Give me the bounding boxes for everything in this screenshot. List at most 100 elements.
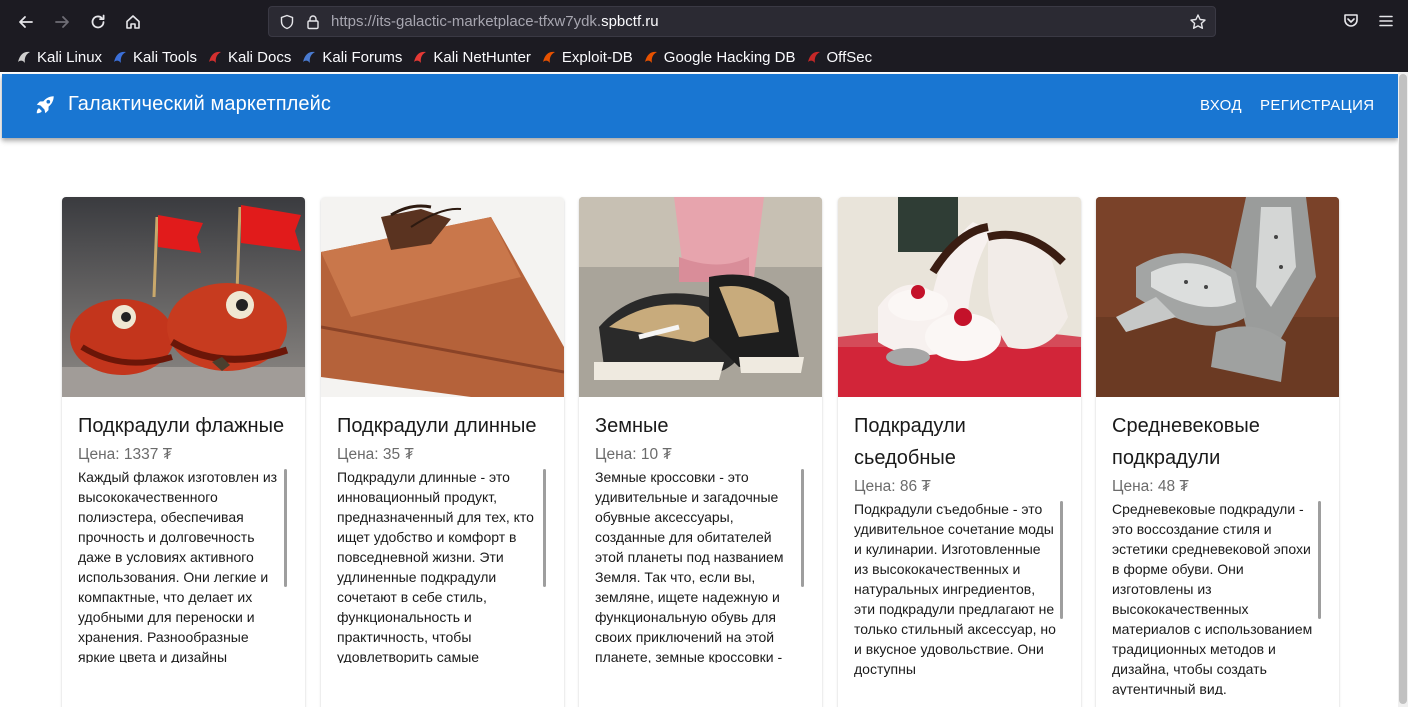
page-scrollbar[interactable] [1398, 72, 1408, 707]
product-price: Цена: 86 ₮ [854, 478, 931, 495]
product-card[interactable]: Подкрадули длинные Цена: 35 ₮ Подкрадули д… [321, 197, 564, 707]
product-title-line: Подкрадули [854, 415, 966, 437]
bookmark-label: Kali Docs [227, 48, 292, 66]
product-description[interactable]: Земные кроссовки - это удивительные и за… [595, 467, 806, 663]
url-text[interactable]: https://its-galactic-marketplace-tfxw7yd… [331, 13, 659, 30]
register-link[interactable]: Регистрация [1260, 97, 1375, 114]
description-scrollbar[interactable] [543, 469, 546, 587]
product-image[interactable] [579, 197, 822, 397]
product-title: Средневековые подкрадули [1112, 410, 1323, 474]
description-scrollbar[interactable] [1060, 501, 1063, 619]
product-title: Земные [595, 410, 806, 442]
page-scrollbar-thumb[interactable] [1399, 74, 1407, 704]
rocket-icon [36, 95, 54, 113]
address-bar[interactable]: https://its-galactic-marketplace-tfxw7yd… [268, 6, 1216, 37]
bookmark-item[interactable]: Kali NetHunter [408, 44, 537, 70]
bookmark-item[interactable]: Exploit-DB [537, 44, 639, 70]
hamburger-menu-icon [1379, 15, 1393, 27]
product-title: Подкрадули флажные [78, 410, 289, 442]
menu-button[interactable] [1375, 10, 1397, 32]
bookmark-star-icon[interactable] [1189, 13, 1207, 31]
bookmark-item[interactable]: Kali Docs [203, 44, 297, 70]
description-scrollbar[interactable] [284, 469, 287, 587]
product-description[interactable]: Средневековые подкрадули - это воссоздан… [1112, 499, 1323, 695]
arrow-right-icon [55, 16, 69, 28]
product-image[interactable] [838, 197, 1081, 397]
description-scrollbar[interactable] [801, 469, 804, 587]
product-image[interactable] [62, 197, 305, 397]
product-card[interactable]: Подкрадули флажные Цена: 1337 ₮ Каждый фла… [62, 197, 305, 707]
browser-toolbar: https://its-galactic-marketplace-tfxw7yd… [0, 0, 1408, 72]
bookmark-label: OffSec [826, 48, 873, 66]
product-content: Подкрадули длинные Цена: 35 ₮ Подкрадули д… [337, 410, 548, 663]
kali-dragon-icon [16, 49, 32, 65]
bookmark-label: Google Hacking DB [663, 48, 796, 66]
product-title-line: Подкрадули длинные [337, 415, 537, 437]
kali-forums-icon [301, 49, 317, 65]
url-scheme-path: https://its-galactic-marketplace-tfxw7yd… [331, 13, 602, 30]
bookmark-item[interactable]: Google Hacking DB [639, 44, 802, 70]
product-price: Цена: 10 ₮ [595, 446, 672, 463]
lock-icon[interactable] [305, 14, 321, 30]
bookmark-item[interactable]: Kali Forums [297, 44, 408, 70]
pocket-button[interactable] [1340, 10, 1362, 32]
product-content: Земные Цена: 10 ₮ Земные кроссовки - это у… [595, 410, 806, 663]
product-card[interactable]: Земные Цена: 10 ₮ Земные кроссовки - это у… [579, 197, 822, 707]
product-image[interactable] [1096, 197, 1339, 397]
app-bar: Галактический маркетплейс Вход Регистрац… [2, 74, 1398, 138]
exploit-db-icon [541, 49, 557, 65]
product-title-line: сьедобные [854, 447, 956, 469]
login-link[interactable]: Вход [1200, 97, 1242, 114]
product-description[interactable]: Подкрадули длинные - это инновационный п… [337, 467, 548, 663]
bookmark-item[interactable]: Kali Linux [12, 44, 108, 70]
product-description[interactable]: Каждый флажок изготовлен из высококачест… [78, 467, 289, 663]
product-description-text: Подкрадули длинные - это инновационный п… [337, 469, 534, 663]
product-price: Цена: 1337 ₮ [78, 446, 173, 463]
product-image[interactable] [321, 197, 564, 397]
bookmark-label: Exploit-DB [561, 48, 633, 66]
bookmark-item[interactable]: OffSec [802, 44, 879, 70]
reload-button[interactable] [86, 10, 110, 34]
product-card[interactable]: Средневековые подкрадули Цена: 48 ₮ Среднев… [1096, 197, 1339, 707]
product-title-line: Земные [595, 415, 669, 437]
product-description-text: Средневековые подкрадули - это воссоздан… [1112, 501, 1313, 695]
bookmark-label: Kali NetHunter [433, 48, 531, 66]
page-viewport: Галактический маркетплейс Вход Регистрац… [0, 72, 1408, 707]
pocket-icon [1344, 14, 1358, 27]
url-host: spbctf.ru [601, 13, 659, 30]
ghdb-icon [643, 49, 659, 65]
product-title-line: Подкрадули флажные [78, 415, 285, 437]
product-card[interactable]: Подкрадули сьедобные Цена: 86 ₮ Подкрадули … [838, 197, 1081, 707]
product-description[interactable]: Подкрадули съедобные - это удивительное … [854, 499, 1065, 695]
forward-button[interactable] [50, 10, 74, 34]
product-title-line: Средневековые [1112, 415, 1260, 437]
product-title-line: подкрадули [1112, 447, 1221, 469]
bookmark-label: Kali Forums [322, 48, 403, 66]
offsec-icon [806, 49, 822, 65]
product-description-text: Каждый флажок изготовлен из высококачест… [78, 469, 278, 663]
arrow-left-icon [19, 16, 33, 28]
bookmark-label: Kali Tools [133, 48, 197, 66]
bookmark-label: Kali Linux [37, 48, 103, 66]
app-title: Галактический маркетплейс [68, 93, 332, 115]
product-price: Цена: 48 ₮ [1112, 478, 1189, 495]
shield-icon[interactable] [279, 14, 295, 30]
bookmarks-toolbar: Kali Linux Kali Tools Kali Docs Kali Forums… [0, 44, 878, 70]
product-content: Подкрадули флажные Цена: 1337 ₮ Каждый фла… [78, 410, 289, 663]
product-price: Цена: 35 ₮ [337, 446, 414, 463]
back-button[interactable] [14, 10, 38, 34]
product-title: Подкрадули длинные [337, 410, 548, 442]
product-description-text: Подкрадули съедобные - это удивительное … [854, 501, 1056, 677]
bookmark-item[interactable]: Kali Tools [108, 44, 203, 70]
product-content: Средневековые подкрадули Цена: 48 ₮ Среднев… [1112, 410, 1323, 695]
home-button[interactable] [121, 10, 145, 34]
product-title: Подкрадули сьедобные [854, 410, 1065, 474]
brand[interactable]: Галактический маркетплейс [34, 93, 331, 116]
reload-icon [91, 14, 105, 29]
description-scrollbar[interactable] [1318, 501, 1321, 619]
kali-nethunter-icon [412, 49, 428, 65]
product-content: Подкрадули сьедобные Цена: 86 ₮ Подкрадули … [854, 410, 1065, 695]
kali-docs-icon [207, 49, 223, 65]
product-description-text: Земные кроссовки - это удивительные и за… [595, 469, 784, 663]
home-icon [126, 15, 140, 29]
